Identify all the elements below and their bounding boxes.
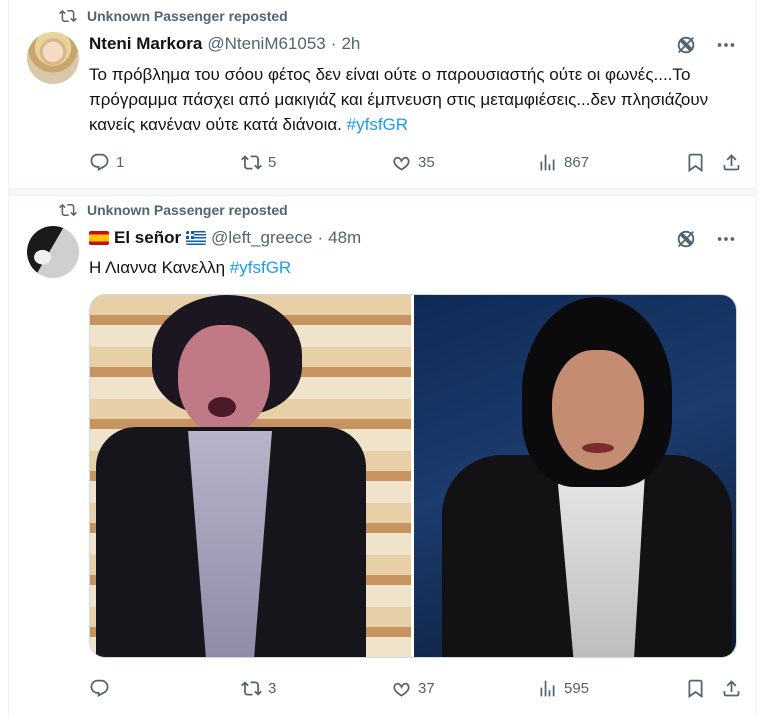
reply-icon <box>90 153 109 171</box>
greece-flag-icon <box>186 231 207 245</box>
avatar[interactable] <box>27 32 79 84</box>
tweet-separator <box>9 188 757 196</box>
timestamp[interactable]: 48m <box>328 228 361 248</box>
like-count: 37 <box>418 679 435 697</box>
author-name[interactable]: El señor <box>114 228 181 248</box>
views-icon <box>540 680 555 696</box>
grok-icon[interactable] <box>675 228 697 255</box>
repost-icon <box>59 9 77 23</box>
tweet-top-actions <box>675 34 737 61</box>
reply-button[interactable] <box>89 678 116 699</box>
views-count: 867 <box>564 153 590 171</box>
repost-count: 5 <box>268 153 277 171</box>
bookmark-button[interactable] <box>685 678 706 699</box>
views-button[interactable]: 595 <box>537 678 589 699</box>
author-name[interactable]: Nteni Markora <box>89 34 202 54</box>
bookmark-icon <box>688 679 703 698</box>
repost-count: 3 <box>268 679 277 697</box>
tweet-text: Το πρόβλημα του σόου φέτος δεν είναι ούτ… <box>89 62 739 137</box>
tweet-header: Nteni Markora @NteniM61053 · 2h <box>89 32 360 56</box>
author-handle[interactable]: @NteniM61053 <box>207 34 325 54</box>
share-button[interactable] <box>721 152 742 173</box>
author-handle[interactable]: @left_greece <box>211 228 312 248</box>
bookmark-button[interactable] <box>685 152 706 173</box>
more-icon[interactable] <box>715 228 737 255</box>
repost-icon <box>241 154 262 170</box>
repost-indicator[interactable]: Unknown Passenger reposted <box>59 6 288 26</box>
like-count: 35 <box>418 153 435 171</box>
tweet-actions: 1 5 35 867 <box>89 150 742 174</box>
views-icon <box>540 154 555 170</box>
grok-icon[interactable] <box>675 34 697 61</box>
heart-icon <box>393 682 410 697</box>
views-count: 595 <box>564 679 590 697</box>
tweet-actions: 3 37 595 <box>89 676 742 700</box>
hashtag-link[interactable]: #yfsfGR <box>347 115 408 134</box>
tweet-header: El señor @left_greece · 48m <box>89 226 361 250</box>
tweet-text: Η Λιαννα Κανελλη #yfsfGR <box>89 255 739 280</box>
tweet-top-actions <box>675 228 737 255</box>
timestamp[interactable]: 2h <box>341 34 360 54</box>
spain-flag-icon <box>89 231 109 245</box>
timeline-feed: Unknown Passenger reposted Nteni Markora… <box>8 0 757 718</box>
more-icon[interactable] <box>715 34 737 61</box>
repost-label: Unknown Passenger reposted <box>87 8 288 24</box>
share-icon <box>723 153 740 170</box>
repost-icon <box>241 680 262 696</box>
reply-count: 1 <box>116 153 125 171</box>
repost-label: Unknown Passenger reposted <box>87 202 288 218</box>
photo-detail <box>178 325 270 435</box>
reply-button[interactable]: 1 <box>89 152 124 173</box>
media-gallery <box>89 294 737 658</box>
tweet-body: Η Λιαννα Κανελλη <box>89 258 230 277</box>
photo-detail <box>582 443 614 453</box>
like-button[interactable]: 37 <box>391 678 435 699</box>
tweet[interactable]: Unknown Passenger reposted El señor @lef… <box>9 196 757 718</box>
share-button[interactable] <box>721 678 742 699</box>
like-button[interactable]: 35 <box>391 152 435 173</box>
separator-dot: · <box>330 34 337 53</box>
avatar[interactable] <box>27 226 79 278</box>
separator-dot: · <box>317 228 324 247</box>
media-image-2[interactable] <box>414 295 736 657</box>
repost-button[interactable]: 3 <box>241 678 276 699</box>
repost-icon <box>59 203 77 217</box>
tweet[interactable]: Unknown Passenger reposted Nteni Markora… <box>9 0 757 188</box>
reply-icon <box>90 679 109 697</box>
photo-detail <box>208 397 236 417</box>
hashtag-link[interactable]: #yfsfGR <box>230 258 291 277</box>
views-button[interactable]: 867 <box>537 152 589 173</box>
repost-indicator[interactable]: Unknown Passenger reposted <box>59 200 288 220</box>
heart-icon <box>393 156 410 171</box>
media-image-1[interactable] <box>90 295 411 657</box>
bookmark-icon <box>688 153 703 172</box>
repost-button[interactable]: 5 <box>241 152 276 173</box>
share-icon <box>723 679 740 696</box>
